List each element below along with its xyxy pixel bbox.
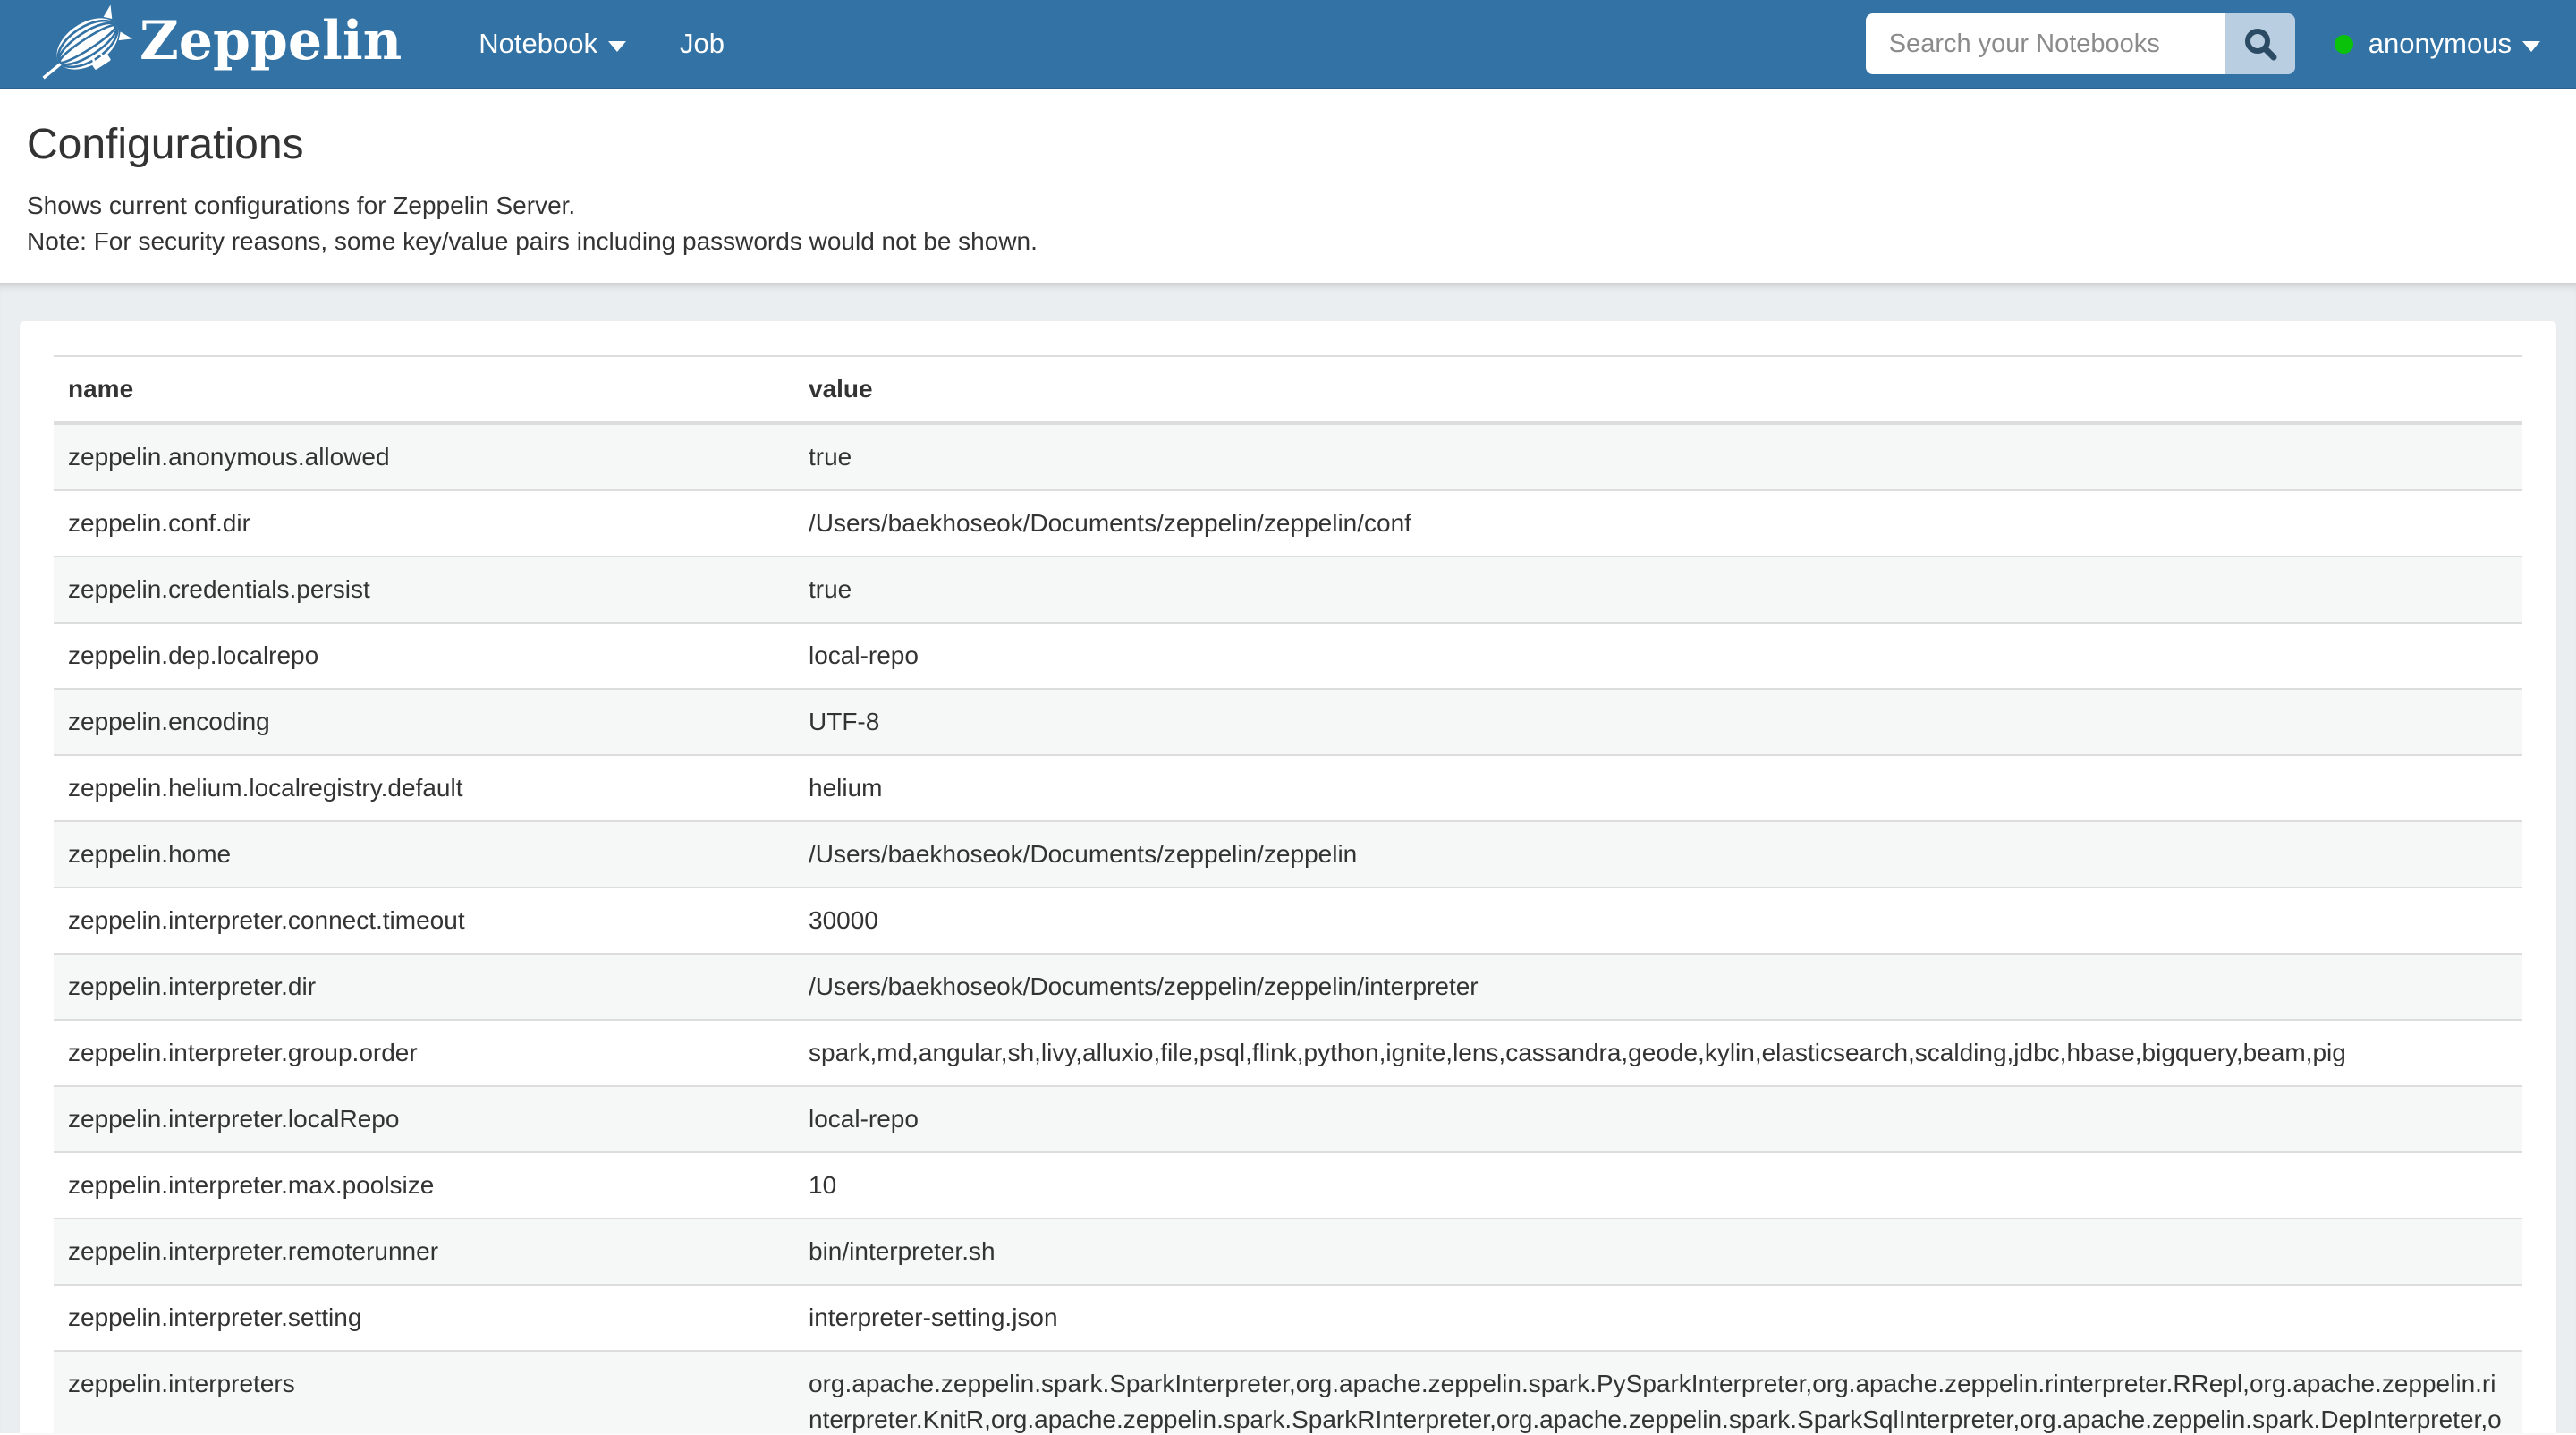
config-name-cell: zeppelin.interpreter.setting	[54, 1285, 794, 1351]
config-name-cell: zeppelin.conf.dir	[54, 490, 794, 556]
table-row: zeppelin.interpreter.group.orderspark,md…	[54, 1020, 2522, 1086]
content-area: name value zeppelin.anonymous.allowedtru…	[0, 283, 2576, 1433]
config-value-cell: helium	[794, 755, 2522, 821]
config-name-cell: zeppelin.interpreter.dir	[54, 954, 794, 1020]
search-icon	[2243, 27, 2277, 61]
config-name-cell: zeppelin.dep.localrepo	[54, 623, 794, 689]
configurations-card: name value zeppelin.anonymous.allowedtru…	[20, 321, 2556, 1433]
config-name-cell: zeppelin.interpreter.remoterunner	[54, 1218, 794, 1285]
table-row: zeppelin.anonymous.allowedtrue	[54, 423, 2522, 490]
page-header: Configurations Shows current configurati…	[0, 89, 2576, 283]
user-menu[interactable]: anonymous	[2334, 28, 2540, 60]
notebook-search	[1866, 13, 2295, 74]
table-row: zeppelin.helium.localregistry.defaulthel…	[54, 755, 2522, 821]
table-row: zeppelin.dep.localrepolocal-repo	[54, 623, 2522, 689]
nav-item-job[interactable]: Job	[653, 0, 751, 88]
caret-down-icon	[608, 41, 626, 52]
table-row: zeppelin.conf.dir/Users/baekhoseok/Docum…	[54, 490, 2522, 556]
table-row: zeppelin.interpreter.localRepolocal-repo	[54, 1086, 2522, 1152]
table-row: zeppelin.interpreter.remoterunnerbin/int…	[54, 1218, 2522, 1285]
config-name-cell: zeppelin.home	[54, 821, 794, 887]
config-value-cell: local-repo	[794, 623, 2522, 689]
config-value-cell: /Users/baekhoseok/Documents/zeppelin/zep…	[794, 490, 2522, 556]
page-description: Shows current configurations for Zeppeli…	[27, 188, 2549, 224]
config-name-cell: zeppelin.interpreters	[54, 1351, 794, 1433]
username-label: anonymous	[2368, 28, 2512, 60]
config-value-cell: 10	[794, 1152, 2522, 1218]
config-value-cell: /Users/baekhoseok/Documents/zeppelin/zep…	[794, 954, 2522, 1020]
config-name-cell: zeppelin.encoding	[54, 689, 794, 755]
nav-item-notebook[interactable]: Notebook	[452, 0, 653, 88]
config-name-cell: zeppelin.helium.localregistry.default	[54, 755, 794, 821]
table-row: zeppelin.interpreter.settinginterpreter-…	[54, 1285, 2522, 1351]
page-note: Note: For security reasons, some key/val…	[27, 224, 2549, 259]
table-row: zeppelin.encodingUTF-8	[54, 689, 2522, 755]
table-row: zeppelin.interpreter.connect.timeout3000…	[54, 887, 2522, 954]
config-name-cell: zeppelin.credentials.persist	[54, 556, 794, 623]
config-value-cell: true	[794, 556, 2522, 623]
config-name-cell: zeppelin.anonymous.allowed	[54, 423, 794, 490]
top-navbar: Zeppelin Notebook Job anonymous	[0, 0, 2576, 89]
config-name-cell: zeppelin.interpreter.max.poolsize	[54, 1152, 794, 1218]
nav-item-notebook-label: Notebook	[479, 28, 597, 60]
nav-links: Notebook Job	[452, 0, 751, 88]
table-row: zeppelin.interpretersorg.apache.zeppelin…	[54, 1351, 2522, 1433]
config-value-cell: local-repo	[794, 1086, 2522, 1152]
connection-status-dot	[2334, 35, 2353, 54]
config-table-body: zeppelin.anonymous.allowedtruezeppelin.c…	[54, 423, 2522, 1433]
config-name-cell: zeppelin.interpreter.connect.timeout	[54, 887, 794, 954]
table-row: zeppelin.interpreter.max.poolsize10	[54, 1152, 2522, 1218]
config-value-cell: 30000	[794, 887, 2522, 954]
nav-item-job-label: Job	[680, 28, 724, 60]
config-value-cell: interpreter-setting.json	[794, 1285, 2522, 1351]
table-row: zeppelin.credentials.persisttrue	[54, 556, 2522, 623]
search-input[interactable]	[1866, 13, 2225, 74]
config-value-cell: org.apache.zeppelin.spark.SparkInterpret…	[794, 1351, 2522, 1433]
config-value-cell: bin/interpreter.sh	[794, 1218, 2522, 1285]
config-value-cell: /Users/baekhoseok/Documents/zeppelin/zep…	[794, 821, 2522, 887]
configurations-table: name value zeppelin.anonymous.allowedtru…	[54, 355, 2522, 1433]
column-header-name: name	[54, 356, 794, 423]
table-header-row: name value	[54, 356, 2522, 423]
config-name-cell: zeppelin.interpreter.group.order	[54, 1020, 794, 1086]
config-name-cell: zeppelin.interpreter.localRepo	[54, 1086, 794, 1152]
caret-down-icon	[2522, 41, 2540, 52]
column-header-value: value	[794, 356, 2522, 423]
brand[interactable]: Zeppelin	[41, 3, 402, 85]
page-title: Configurations	[27, 122, 2549, 168]
config-value-cell: spark,md,angular,sh,livy,alluxio,file,ps…	[794, 1020, 2522, 1086]
zeppelin-logo-icon	[41, 3, 134, 85]
config-value-cell: true	[794, 423, 2522, 490]
table-row: zeppelin.home/Users/baekhoseok/Documents…	[54, 821, 2522, 887]
config-value-cell: UTF-8	[794, 689, 2522, 755]
table-row: zeppelin.interpreter.dir/Users/baekhoseo…	[54, 954, 2522, 1020]
search-button[interactable]	[2225, 13, 2295, 74]
brand-title: Zeppelin	[140, 14, 402, 73]
